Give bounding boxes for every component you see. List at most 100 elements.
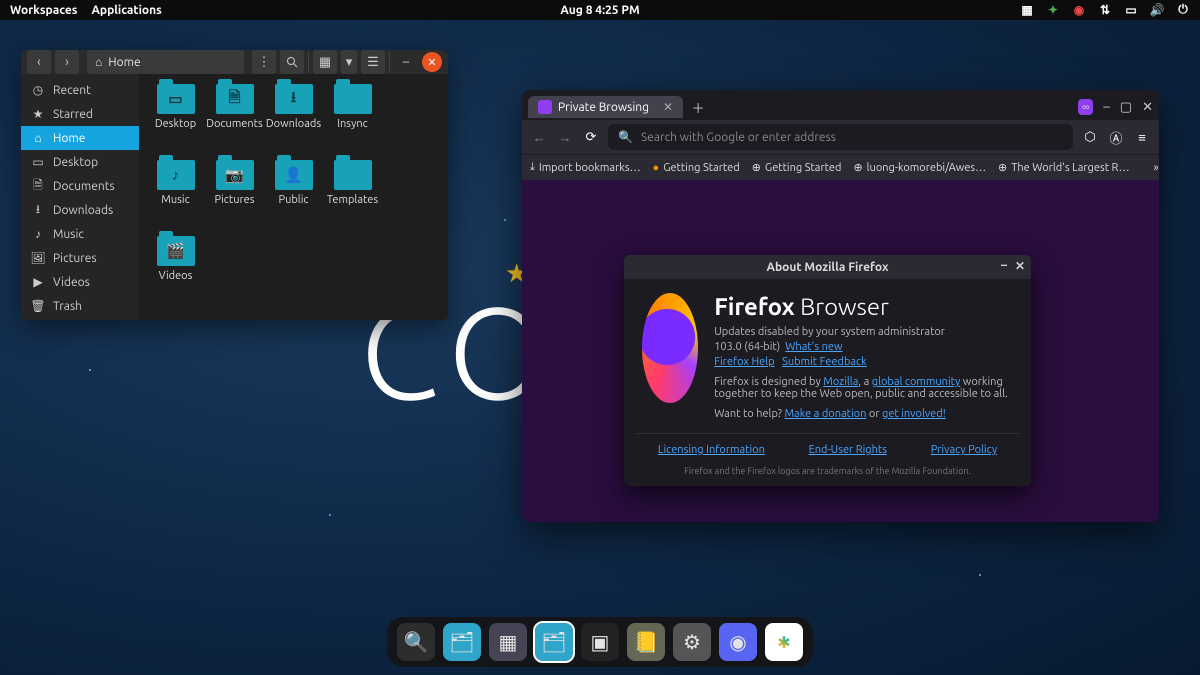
folder-public[interactable]: 👤Public xyxy=(265,160,322,230)
dock-app-files[interactable]: 🗂 xyxy=(443,623,481,661)
folder-icon: 🎬 xyxy=(157,236,195,266)
licensing-link[interactable]: Licensing Information xyxy=(658,444,765,456)
tab-private-browsing[interactable]: Private Browsing ✕ xyxy=(528,96,683,118)
bookmarks-overflow-button[interactable]: » xyxy=(1154,162,1159,174)
sidebar-item-music[interactable]: ♪Music xyxy=(21,222,139,246)
nav-forward-button[interactable]: › xyxy=(55,50,79,74)
folder-icon: 👤 xyxy=(275,160,313,190)
sidebar-item-desktop[interactable]: ▭Desktop xyxy=(21,150,139,174)
tray-network-icon[interactable]: ⇅ xyxy=(1098,3,1112,17)
submit-feedback-link[interactable]: Submit Feedback xyxy=(782,356,867,368)
tray-discord-icon[interactable]: ◉ xyxy=(1072,3,1086,17)
clock[interactable]: Aug 8 4:25 PM xyxy=(560,4,639,17)
home-icon: ⌂ xyxy=(95,55,102,69)
sidebar-item-recent[interactable]: ◷Recent xyxy=(21,78,139,102)
path-bar[interactable]: ⌂ Home xyxy=(87,50,244,74)
window-maximize-button[interactable]: ▢ xyxy=(1120,100,1132,115)
global-community-link[interactable]: global community xyxy=(872,376,961,388)
folder-desktop[interactable]: ▭Desktop xyxy=(147,84,204,154)
about-close-button[interactable]: ✕ xyxy=(1015,259,1025,273)
folder-icon xyxy=(334,160,372,190)
folder-videos[interactable]: 🎬Videos xyxy=(147,236,204,306)
bookmark-luong[interactable]: ⊕luong-komorebi/Awes… xyxy=(853,161,986,174)
view-grid-button[interactable]: ▦ xyxy=(313,50,337,74)
dock-app-terminal[interactable]: ▣ xyxy=(581,623,619,661)
about-minimize-button[interactable]: – xyxy=(1001,259,1007,273)
window-minimize-button[interactable]: – xyxy=(394,50,418,74)
folder-music[interactable]: ♪Music xyxy=(147,160,204,230)
view-list-button[interactable]: ☰ xyxy=(361,50,385,74)
folder-templates[interactable]: Templates xyxy=(324,160,381,230)
pictures-icon: 🖼 xyxy=(31,251,45,265)
app-menu-button[interactable]: ≡ xyxy=(1133,130,1151,145)
reload-button[interactable]: ⟳ xyxy=(582,130,600,145)
nav-forward-button[interactable]: → xyxy=(556,130,574,145)
tray-volume-icon[interactable]: 🔊 xyxy=(1150,3,1164,17)
dock-app-settings[interactable]: ⚙ xyxy=(673,623,711,661)
mozilla-link[interactable]: Mozilla xyxy=(823,376,858,388)
nav-back-button[interactable]: ← xyxy=(530,130,548,145)
folder-pictures[interactable]: 📷Pictures xyxy=(206,160,263,230)
applications-button[interactable]: Applications xyxy=(91,4,161,17)
nav-back-button[interactable]: ‹ xyxy=(27,50,51,74)
search-button[interactable] xyxy=(280,50,304,74)
folder-downloads[interactable]: ⭳Downloads xyxy=(265,84,322,154)
file-manager-grid: ▭Desktop 🗎Documents ⭳Downloads Insync ♪M… xyxy=(139,74,448,320)
window-close-button[interactable]: ✕ xyxy=(422,52,442,72)
end-user-rights-link[interactable]: End-User Rights xyxy=(809,444,887,456)
downloads-icon: ⭳ xyxy=(31,203,45,217)
firefox-tabbar: Private Browsing ✕ ＋ ∞ – ▢ ✕ xyxy=(522,90,1159,120)
sidebar-item-home[interactable]: ⌂Home xyxy=(21,126,139,150)
sidebar-item-trash[interactable]: 🗑Trash xyxy=(21,294,139,318)
music-icon: ♪ xyxy=(31,227,45,241)
search-icon: 🔍 xyxy=(618,130,633,144)
bookmark-getting-started-1[interactable]: ●Getting Started xyxy=(653,162,740,174)
sidebar-item-videos[interactable]: ▶Videos xyxy=(21,270,139,294)
privacy-policy-link[interactable]: Privacy Policy xyxy=(931,444,997,456)
sidebar-item-other-locations[interactable]: +Other Locations xyxy=(21,318,139,320)
sidebar-item-pictures[interactable]: 🖼Pictures xyxy=(21,246,139,270)
trademark-notice: Firefox and the Firefox logos are tradem… xyxy=(624,462,1031,486)
new-tab-button[interactable]: ＋ xyxy=(687,96,709,118)
sidebar-item-starred[interactable]: ★Starred xyxy=(21,102,139,126)
window-minimize-button[interactable]: – xyxy=(1103,100,1109,114)
folder-icon: ▭ xyxy=(157,84,195,114)
tray-power-icon[interactable]: ⏻ xyxy=(1176,3,1190,17)
private-mask-icon xyxy=(538,100,552,114)
folder-documents[interactable]: 🗎Documents xyxy=(206,84,263,154)
folder-icon xyxy=(334,84,372,114)
get-involved-link[interactable]: get involved! xyxy=(882,408,946,420)
tray-puzzle-icon[interactable]: ✦ xyxy=(1046,3,1060,17)
version-label: 103.0 (64-bit) xyxy=(714,341,780,353)
dock-app-files-active[interactable]: 🗂 xyxy=(535,623,573,661)
dock-app-notes[interactable]: 📒 xyxy=(627,623,665,661)
whats-new-link[interactable]: What's new xyxy=(785,341,842,353)
workspaces-button[interactable]: Workspaces xyxy=(10,4,77,17)
url-bar[interactable]: 🔍 Search with Google or enter address xyxy=(608,124,1073,150)
home-icon: ⌂ xyxy=(31,131,45,145)
tray-dropbox-icon[interactable]: ▦ xyxy=(1020,3,1034,17)
dock-app-magnifier[interactable]: 🔍 xyxy=(397,623,435,661)
window-close-button[interactable]: ✕ xyxy=(1142,100,1153,115)
dock-app-slack[interactable]: ✱ xyxy=(765,623,803,661)
updates-status: Updates disabled by your system administ… xyxy=(714,326,1013,338)
sidebar-item-downloads[interactable]: ⭳Downloads xyxy=(21,198,139,222)
view-dropdown-button[interactable]: ▾ xyxy=(341,50,357,74)
dock-app-discord[interactable]: ◉ xyxy=(719,623,757,661)
dock-app-show-apps[interactable]: ▦ xyxy=(489,623,527,661)
save-pocket-button[interactable]: ⬡ xyxy=(1081,130,1099,145)
bookmark-world[interactable]: ⊕The World's Largest R… xyxy=(998,161,1130,174)
tab-close-button[interactable]: ✕ xyxy=(663,100,673,114)
firefox-help-link[interactable]: Firefox Help xyxy=(714,356,774,368)
account-button[interactable]: Ⓐ xyxy=(1107,128,1125,147)
donate-link[interactable]: Make a donation xyxy=(784,408,866,420)
bookmark-import[interactable]: ⤓Import bookmarks… xyxy=(530,161,641,174)
bookmark-getting-started-2[interactable]: ⊕Getting Started xyxy=(752,161,842,174)
sidebar-item-documents[interactable]: 🗎Documents xyxy=(21,174,139,198)
firefox-window: Private Browsing ✕ ＋ ∞ – ▢ ✕ ← → ⟳ 🔍 Sea… xyxy=(522,90,1159,522)
tray-display-icon[interactable]: ▭ xyxy=(1124,3,1138,17)
search-icon xyxy=(286,56,298,68)
hamburger-menu-button[interactable]: ⋮ xyxy=(252,50,276,74)
product-name: Firefox Browser xyxy=(714,293,1013,320)
folder-insync[interactable]: Insync xyxy=(324,84,381,154)
